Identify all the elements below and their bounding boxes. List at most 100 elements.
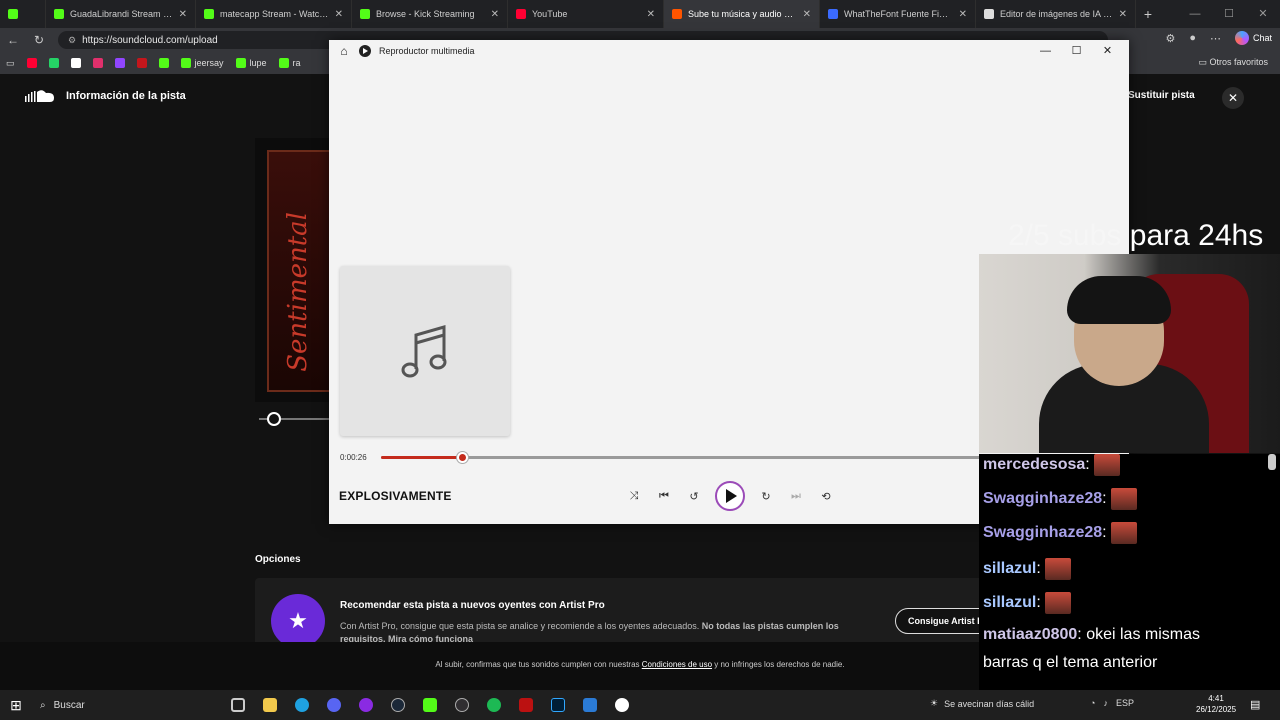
previous-icon[interactable]: ⏮	[655, 487, 673, 505]
browser-tab[interactable]: GuadaLibrandi Stream - Watc ✕	[46, 0, 196, 28]
bookmark-item[interactable]: ra	[278, 58, 301, 68]
minimize-icon[interactable]: —	[1178, 0, 1212, 28]
browser-tab[interactable]	[0, 0, 46, 28]
menu-icon[interactable]: ⋯	[1210, 32, 1221, 45]
tab-close-icon[interactable]: ✕	[179, 9, 187, 20]
browser-tab[interactable]: Browse - Kick Streaming ✕	[352, 0, 508, 28]
bookmark-item[interactable]	[48, 58, 59, 68]
new-tab-button[interactable]: +	[1136, 6, 1160, 22]
close-icon[interactable]: ✕	[1222, 87, 1244, 109]
seek-handle[interactable]	[457, 452, 469, 463]
kick-icon[interactable]	[414, 690, 446, 720]
bookmark-icon	[70, 58, 81, 68]
extensions-icon[interactable]: ⚙	[1165, 32, 1175, 45]
artwork-image: Sentimental	[267, 150, 337, 392]
steam-icon[interactable]	[382, 690, 414, 720]
browser-tab[interactable]: Sube tu música y audio para com ✕	[664, 0, 820, 28]
reload-icon[interactable]: ↻	[26, 33, 52, 47]
browser-tab[interactable]: WhatTheFont Fuente Finder - Ide ✕	[820, 0, 976, 28]
volume-icon[interactable]: ♪	[1103, 698, 1108, 708]
play-button[interactable]	[715, 481, 745, 511]
screen: GuadaLibrandi Stream - Watc✕matecapp Str…	[0, 0, 1280, 720]
windows-start-icon[interactable]: ⊞	[0, 697, 32, 714]
wifi-icon[interactable]: ◔	[1090, 698, 1095, 708]
minimize-icon[interactable]: —	[1030, 40, 1061, 62]
tab-label: Editor de imágenes de IA - Pixelc	[1000, 9, 1113, 19]
tab-close-icon[interactable]: ✕	[1119, 9, 1127, 20]
site-info-icon[interactable]: ⚙	[68, 35, 76, 46]
browser-tab[interactable]: YouTube ✕	[508, 0, 664, 28]
legal-text-1: Al subir, confirmas que tus sonidos cump…	[435, 660, 642, 669]
bookmark-item[interactable]	[114, 58, 125, 68]
app-icon[interactable]	[510, 690, 542, 720]
media-player-taskbar-icon[interactable]	[606, 690, 638, 720]
language-indicator[interactable]: ESP	[1116, 698, 1134, 708]
photoshop-icon[interactable]	[542, 690, 574, 720]
browser-tab[interactable]: Editor de imágenes de IA - Pixelc ✕	[976, 0, 1136, 28]
close-icon[interactable]: ✕	[1246, 0, 1280, 28]
bookmark-item[interactable]	[158, 58, 169, 68]
discord-icon[interactable]	[318, 690, 350, 720]
tab-close-icon[interactable]: ✕	[491, 9, 499, 20]
tab-favicon-icon	[828, 9, 838, 19]
close-icon[interactable]: ✕	[1092, 40, 1123, 62]
copilot-chat-button[interactable]: Chat	[1234, 31, 1272, 45]
shuffle-icon[interactable]: ⤨	[625, 487, 643, 505]
maximize-icon[interactable]: ☐	[1212, 0, 1246, 28]
other-bookmarks[interactable]: ▭ Otros favoritos	[1198, 57, 1268, 68]
page-scrollbar[interactable]	[1268, 454, 1276, 470]
browser-tab[interactable]: matecapp Stream - Watch Live o ✕	[196, 0, 352, 28]
taskbar-clock[interactable]: 4:41 26/12/2025	[1196, 693, 1236, 715]
sidebar-toggle-icon[interactable]: ▭	[6, 58, 15, 69]
artist-pro-icon: ★	[271, 594, 325, 648]
seek-progress	[381, 456, 463, 459]
tab-close-icon[interactable]: ✕	[335, 9, 343, 20]
weather-news-widget[interactable]: ☀ Se avecinan días cálid	[930, 698, 1034, 709]
home-icon[interactable]: ⌂	[329, 44, 359, 58]
chat-emote-icon	[1044, 592, 1071, 614]
tab-close-icon[interactable]: ✕	[647, 9, 655, 20]
bookmark-item[interactable]: jeersay	[180, 58, 224, 68]
app-icon[interactable]	[574, 690, 606, 720]
chat-username: mercedesosa	[983, 456, 1086, 474]
tab-label: YouTube	[532, 9, 568, 19]
browser-window-controls: — ☐ ✕	[1178, 0, 1280, 28]
forward-30-icon[interactable]: ↻	[757, 487, 775, 505]
bookmark-item[interactable]	[136, 58, 147, 68]
bookmark-item[interactable]	[26, 58, 37, 68]
bookmark-item[interactable]	[70, 58, 81, 68]
file-explorer-icon[interactable]	[254, 690, 286, 720]
next-icon[interactable]: ⏭	[787, 487, 805, 505]
current-time: 0:00:26	[340, 453, 367, 462]
tab-label: Browse - Kick Streaming	[376, 9, 475, 19]
search-icon: ⌕	[40, 699, 46, 711]
bookmark-icon	[26, 58, 37, 68]
notifications-icon[interactable]: ▤	[1250, 698, 1260, 711]
chat-message: barras q el tema anterior	[983, 654, 1157, 672]
app-icon[interactable]	[350, 690, 382, 720]
profile-icon[interactable]: ●	[1189, 32, 1196, 44]
replace-track-link[interactable]: Sustituir pista	[1128, 90, 1195, 101]
back-icon[interactable]: ←	[0, 33, 26, 47]
chat-emote-icon	[1093, 454, 1120, 476]
terms-link[interactable]: Condiciones de uso	[642, 660, 712, 669]
artwork-zoom-handle[interactable]	[267, 412, 281, 426]
music-note-icon	[401, 325, 447, 378]
edge-icon[interactable]	[286, 690, 318, 720]
taskbar-search[interactable]: ⌕ Buscar	[32, 693, 222, 717]
seek-bar[interactable]	[381, 452, 1031, 463]
tab-favicon-icon	[54, 9, 64, 19]
stream-chat-overlay: mercedesosa: Swagginhaze28: Swagginhaze28:…	[979, 454, 1280, 690]
repeat-icon[interactable]: ⟲	[817, 487, 835, 505]
maximize-icon[interactable]: ☐	[1061, 40, 1092, 62]
tab-close-icon[interactable]: ✕	[803, 9, 811, 20]
webcam-feed	[979, 254, 1280, 453]
track-artwork[interactable]: Sentimental	[255, 138, 337, 402]
obs-icon[interactable]	[446, 690, 478, 720]
bookmark-item[interactable]: lupe	[235, 58, 267, 68]
task-view-icon[interactable]	[222, 690, 254, 720]
bookmark-item[interactable]	[92, 58, 103, 68]
spotify-icon[interactable]	[478, 690, 510, 720]
rewind-10-icon[interactable]: ↺	[685, 487, 703, 505]
tab-close-icon[interactable]: ✕	[959, 9, 967, 20]
